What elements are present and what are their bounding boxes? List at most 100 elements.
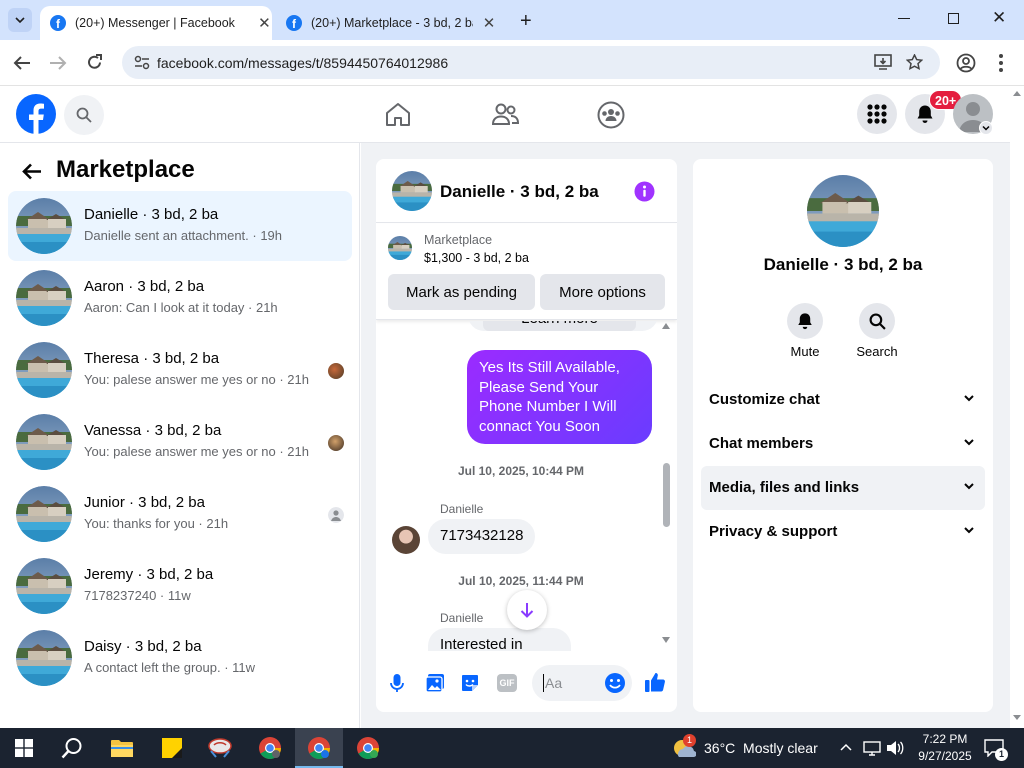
- menu-button[interactable]: [857, 94, 897, 134]
- account-menu-chevron[interactable]: [979, 121, 993, 135]
- chat-title[interactable]: Danielle · 3 bd, 2 ba: [440, 182, 599, 202]
- chrome-app[interactable]: [344, 728, 392, 768]
- arrow-down-icon: [520, 603, 534, 618]
- mark-as-pending-button[interactable]: Mark as pending: [388, 274, 535, 310]
- conversation-name: Vanessa · 3 bd, 2 ba: [84, 422, 222, 439]
- install-app-icon[interactable]: [874, 54, 892, 70]
- conversation-item[interactable]: Theresa · 3 bd, 2 ba You: palese answer …: [8, 335, 352, 405]
- groups-icon[interactable]: [597, 101, 625, 129]
- search-icon: [61, 738, 82, 759]
- sender-name: Danielle: [440, 502, 484, 516]
- chrome-app[interactable]: [246, 728, 294, 768]
- emoji-icon[interactable]: [604, 672, 626, 694]
- weather-text[interactable]: 36°C Mostly clear: [704, 740, 818, 756]
- back-arrow-icon[interactable]: [13, 55, 31, 71]
- sticky-notes-app[interactable]: [148, 728, 196, 768]
- conversation-name: Aaron · 3 bd, 2 ba: [84, 278, 205, 295]
- clock-time[interactable]: 7:22 PM: [912, 732, 978, 746]
- tab-title: (20+) Messenger | Facebook: [75, 16, 235, 30]
- details-avatar[interactable]: [807, 175, 879, 247]
- minimize-window-button[interactable]: [898, 18, 910, 19]
- like-thumb-icon[interactable]: [644, 671, 666, 693]
- chrome-icon: [308, 737, 330, 759]
- sticker-icon[interactable]: [460, 673, 480, 693]
- conversation-preview: You: palese answer me yes or no · 21h: [84, 444, 309, 459]
- page-scrollbar[interactable]: [1010, 86, 1024, 728]
- scrollbar-down-arrow[interactable]: [1013, 715, 1021, 720]
- site-settings-icon[interactable]: [134, 55, 150, 70]
- network-icon[interactable]: [863, 740, 881, 756]
- chevron-down-icon: [15, 17, 25, 24]
- conversation-item[interactable]: Daisy · 3 bd, 2 ba A contact left the gr…: [8, 623, 352, 693]
- microphone-icon[interactable]: [390, 673, 404, 693]
- conversation-item[interactable]: Vanessa · 3 bd, 2 ba You: palese answer …: [8, 407, 352, 477]
- media-files-links-section[interactable]: Media, files and links: [701, 466, 985, 510]
- conversation-item[interactable]: Danielle · 3 bd, 2 ba Danielle sent an a…: [8, 191, 352, 261]
- message-thread: Learn more Yes Its Still Available, Plea…: [376, 321, 677, 651]
- scrollbar-thumb[interactable]: [663, 463, 670, 527]
- learn-more-button[interactable]: Learn more: [483, 321, 636, 331]
- privacy-support-section[interactable]: Privacy & support: [701, 510, 985, 554]
- back-arrow-icon[interactable]: [22, 163, 42, 180]
- chat-members-section[interactable]: Chat members: [701, 422, 985, 466]
- gif-button[interactable]: GIF: [497, 674, 517, 692]
- chevron-down-icon: [982, 125, 990, 131]
- taskbar-search-button[interactable]: [48, 728, 96, 768]
- pinned-app[interactable]: [196, 728, 244, 768]
- facebook-logo-icon[interactable]: [16, 94, 56, 134]
- scroll-to-bottom-button[interactable]: [507, 590, 547, 630]
- customize-chat-section[interactable]: Customize chat: [701, 378, 985, 422]
- mute-label: Mute: [790, 344, 820, 359]
- more-options-button[interactable]: More options: [540, 274, 665, 310]
- friends-icon[interactable]: [492, 103, 519, 125]
- file-explorer-app[interactable]: [98, 728, 146, 768]
- address-bar[interactable]: facebook.com/messages/t/8594450764012986: [122, 46, 940, 79]
- photo-icon[interactable]: [425, 673, 445, 693]
- incoming-message: Interested in: [428, 628, 571, 651]
- bookmark-star-icon[interactable]: [906, 54, 923, 70]
- tab-search-button[interactable]: [8, 8, 32, 32]
- profile-icon[interactable]: [956, 53, 976, 73]
- listing-price-title[interactable]: $1,300 - 3 bd, 2 ba: [424, 251, 529, 265]
- restore-window-button[interactable]: [948, 13, 959, 24]
- info-icon[interactable]: [634, 181, 655, 202]
- volume-icon[interactable]: [886, 740, 904, 756]
- chevron-down-icon: [964, 483, 974, 490]
- conversation-item[interactable]: Junior · 3 bd, 2 ba You: thanks for you …: [8, 479, 352, 549]
- tab-messenger[interactable]: f (20+) Messenger | Facebook ✕: [40, 6, 272, 40]
- facebook-favicon-icon: f: [286, 15, 302, 31]
- chevron-down-icon: [964, 395, 974, 402]
- forward-arrow-icon[interactable]: [49, 55, 67, 71]
- scrollbar-up-arrow[interactable]: [662, 323, 670, 329]
- close-tab-icon[interactable]: ✕: [481, 14, 497, 32]
- message-input[interactable]: Aa: [532, 665, 632, 701]
- browser-menu-icon[interactable]: [999, 54, 1003, 72]
- reload-icon[interactable]: [86, 54, 103, 71]
- close-window-button[interactable]: ✕: [992, 8, 1006, 28]
- incoming-message: 7173432128: [428, 519, 536, 554]
- home-icon[interactable]: [385, 102, 411, 127]
- conversation-item[interactable]: Aaron · 3 bd, 2 ba Aaron: Can I look at …: [8, 263, 352, 333]
- close-tab-icon[interactable]: ✕: [257, 14, 272, 32]
- facebook-search-button[interactable]: [64, 95, 104, 135]
- clock-date[interactable]: 9/27/2025: [912, 749, 978, 763]
- listing-source: Marketplace: [424, 233, 493, 247]
- browser-toolbar: facebook.com/messages/t/8594450764012986: [0, 40, 1024, 86]
- chat-details-panel: Danielle · 3 bd, 2 ba Mute Search Custom…: [693, 159, 993, 712]
- search-in-chat-button[interactable]: [859, 303, 895, 339]
- mute-button[interactable]: [787, 303, 823, 339]
- new-tab-button[interactable]: +: [520, 10, 532, 33]
- scrollbar-up-arrow[interactable]: [1013, 91, 1021, 96]
- listing-thumbnail[interactable]: [388, 236, 412, 260]
- scrollbar-down-arrow[interactable]: [662, 637, 670, 643]
- listing-thumbnail: [16, 414, 72, 470]
- chat-avatar[interactable]: [392, 171, 432, 211]
- chrome-app-active[interactable]: [295, 728, 343, 768]
- tab-marketplace[interactable]: f (20+) Marketplace - 3 bd, 2 ba ✕: [276, 6, 512, 40]
- chevron-up-icon[interactable]: [840, 742, 852, 752]
- section-label: Chat members: [709, 435, 814, 452]
- start-button[interactable]: [0, 728, 48, 768]
- conversation-item[interactable]: Jeremy · 3 bd, 2 ba 7178237240 · 11w: [8, 551, 352, 621]
- panel-title: Marketplace: [56, 156, 195, 183]
- section-label: Media, files and links: [709, 479, 860, 496]
